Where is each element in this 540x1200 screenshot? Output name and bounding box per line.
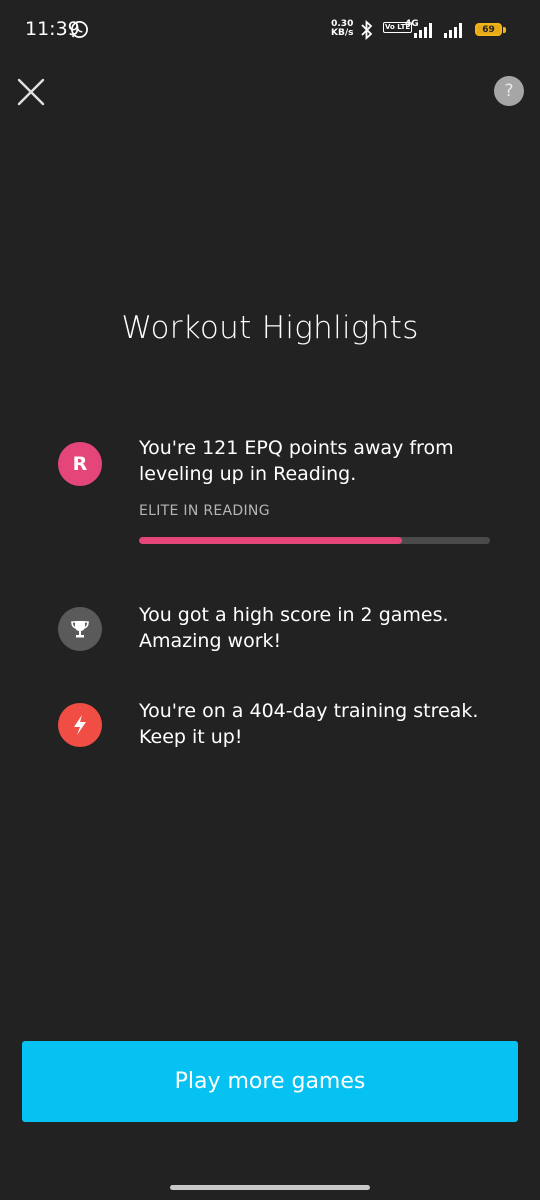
lightning-glyph [74, 715, 86, 735]
close-icon[interactable] [16, 77, 46, 107]
reading-progress-fill [139, 537, 403, 544]
page-title: Workout Highlights [121, 310, 419, 346]
status-bar: 11:39 0.30 KB/s Vo LTE 4G 69 [0, 0, 540, 60]
home-indicator[interactable] [170, 1185, 370, 1190]
network-speed: 0.30 KB/s [331, 20, 353, 38]
trophy-icon [58, 607, 102, 651]
network-speed-unit: KB/s [331, 28, 354, 38]
battery-tip [503, 27, 506, 33]
highlight-high-score-line2: Amazing work! [139, 630, 282, 652]
whatsapp-icon [71, 21, 88, 38]
reading-badge-letter: R [72, 453, 88, 475]
battery-indicator: 69 [475, 23, 502, 36]
play-more-games-button[interactable]: Play more games [22, 1041, 518, 1122]
highlight-reading-line2: leveling up in Reading. [139, 463, 357, 485]
highlight-high-score-text: You got a high score in 2 games. Amazing… [139, 602, 499, 654]
reading-progress-bar [139, 537, 490, 544]
help-button[interactable]: ? [494, 76, 524, 106]
bluetooth-icon [361, 20, 373, 40]
lightning-icon [58, 703, 102, 747]
signal-strength-icon [414, 23, 432, 38]
signal-strength-icon-2 [444, 23, 462, 38]
highlight-high-score-line1: You got a high score in 2 games. [139, 604, 449, 626]
highlight-reading-text: You're 121 EPQ points away from leveling… [139, 435, 499, 487]
highlight-streak-text: You're on a 404-day training streak. Kee… [139, 698, 499, 750]
reading-level-label: ELITE IN READING [139, 503, 270, 519]
highlight-reading-line1: You're 121 EPQ points away from [139, 437, 454, 459]
trophy-glyph [71, 621, 89, 638]
highlight-streak-line2: Keep it up! [139, 726, 243, 748]
highlight-streak-line1: You're on a 404-day training streak. [139, 700, 479, 722]
reading-badge-icon: R [58, 442, 102, 486]
